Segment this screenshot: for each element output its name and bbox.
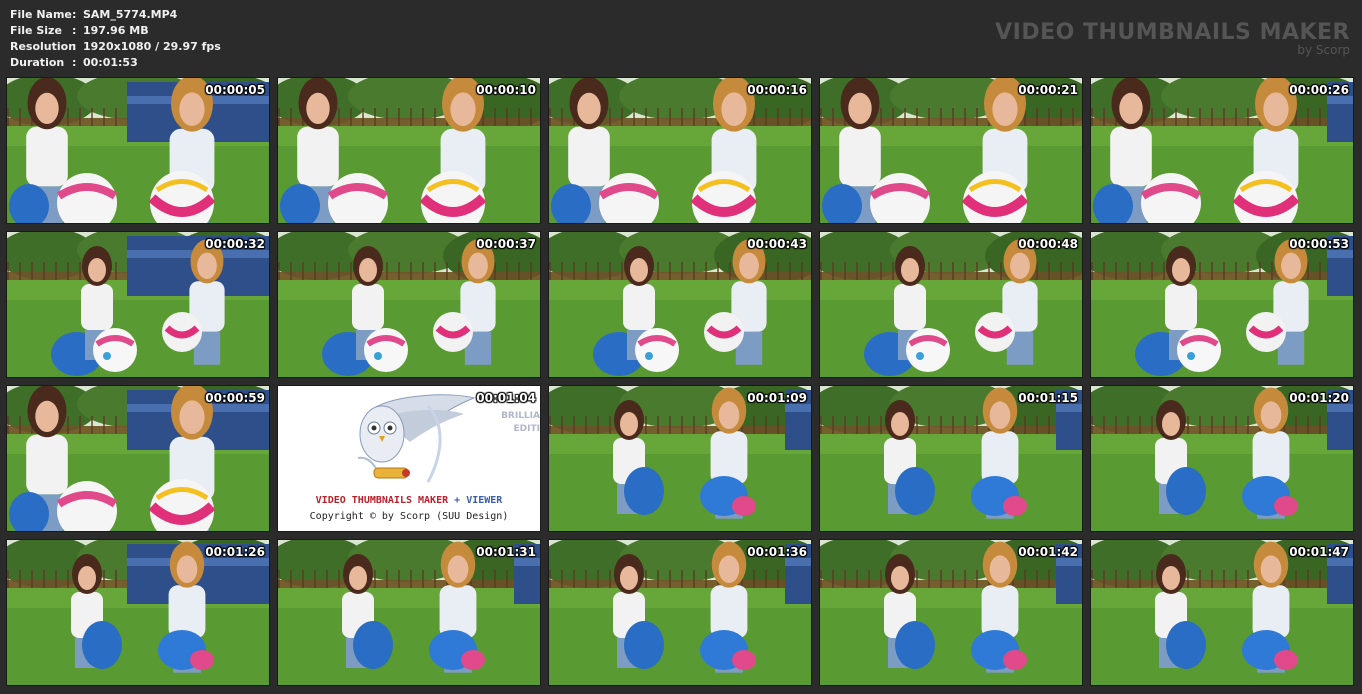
thumbnail-timestamp: 00:00:21 <box>1018 83 1078 97</box>
thumbnail-image <box>549 232 811 377</box>
logo-side-text: BRILLIA EDITI <box>501 410 540 436</box>
thumbnail-image <box>278 540 540 685</box>
thumbnail-timestamp: 00:00:05 <box>205 83 265 97</box>
thumbnail-image <box>7 540 269 685</box>
thumbnail-frame[interactable]: 00:00:59 <box>6 385 270 532</box>
thumbnail-frame[interactable]: 00:01:47 <box>1090 539 1354 686</box>
thumbnail-frame[interactable]: 00:01:09 <box>548 385 812 532</box>
thumbnail-frame[interactable]: 00:01:36 <box>548 539 812 686</box>
thumbnail-timestamp: 00:01:31 <box>476 545 536 559</box>
thumbnail-image <box>820 540 1082 685</box>
thumbnail-timestamp: 00:01:04 <box>476 391 536 405</box>
resolution-sep: : <box>72 40 77 53</box>
thumbnail-image <box>820 78 1082 223</box>
thumbnail-frame[interactable]: 00:00:37 <box>277 231 541 378</box>
thumbnail-frame[interactable]: 00:01:15 <box>819 385 1083 532</box>
thumbnail-timestamp: 00:00:53 <box>1289 237 1349 251</box>
duration-key: Duration <box>10 56 65 69</box>
thumbnail-image <box>1091 232 1353 377</box>
thumbnail-timestamp: 00:00:32 <box>205 237 265 251</box>
thumbnail-image <box>549 78 811 223</box>
thumbnail-grid: 00:00:05 00:00:10 00:00:16 00:00:21 00:00:26… <box>6 77 1356 688</box>
thumbnail-image <box>549 540 811 685</box>
thumbnail-timestamp: 00:00:48 <box>1018 237 1078 251</box>
file-size-row: File Size : 197.96 MB <box>10 23 221 39</box>
logo-brand-part1: VIDEO THUMBNAILS MAKER <box>315 495 449 506</box>
file-size-sep: : <box>72 24 77 37</box>
thumbnail-image <box>820 386 1082 531</box>
duration-value: 00:01:53 <box>83 56 138 69</box>
thumbnail-image <box>549 386 811 531</box>
logo-brand-plus: + <box>454 495 461 506</box>
thumbnail-image <box>1091 386 1353 531</box>
duration-row: Duration : 00:01:53 <box>10 55 221 71</box>
thumbnail-timestamp: 00:00:43 <box>747 237 807 251</box>
thumbnail-frame[interactable]: 00:00:16 <box>548 77 812 224</box>
thumbnail-image <box>7 386 269 531</box>
thumbnail-timestamp: 00:00:37 <box>476 237 536 251</box>
logo-copyright: Copyright © by Scorp (SUU Design) <box>309 511 509 522</box>
thumbnail-timestamp: 00:01:20 <box>1289 391 1349 405</box>
logo-brand-line: VIDEO THUMBNAILS MAKER + VIEWER <box>278 495 540 506</box>
file-name-row: File Name : SAM_5774.MP4 <box>10 7 221 23</box>
thumbnail-frame[interactable]: 00:01:20 <box>1090 385 1354 532</box>
thumbnail-frame[interactable]: 00:01:26 <box>6 539 270 686</box>
thumbnail-timestamp: 00:01:09 <box>747 391 807 405</box>
thumbnail-timestamp: 00:00:10 <box>476 83 536 97</box>
thumbnail-image <box>1091 540 1353 685</box>
thumbnail-timestamp: 00:01:36 <box>747 545 807 559</box>
thumbnail-image <box>278 78 540 223</box>
thumbnail-timestamp: 00:01:47 <box>1289 545 1349 559</box>
brand-watermark: VIDEO THUMBNAILS MAKER by Scorp <box>995 20 1350 56</box>
thumbnail-frame[interactable]: 00:00:53 <box>1090 231 1354 378</box>
logo-side-text-2: EDITI <box>513 424 540 434</box>
file-name-sep: : <box>72 8 77 21</box>
thumbnail-image <box>820 232 1082 377</box>
thumbnail-logo-card[interactable]: BRILLIA EDITI VIDEO THUMBNAILS MAKER + VIE… <box>277 385 541 532</box>
thumbnail-image <box>7 78 269 223</box>
file-size-value: 197.96 MB <box>83 24 149 37</box>
thumbnail-frame[interactable]: 00:00:05 <box>6 77 270 224</box>
file-size-key: File Size <box>10 24 62 37</box>
thumbnail-timestamp: 00:00:59 <box>205 391 265 405</box>
resolution-row: Resolution : 1920x1080 / 29.97 fps <box>10 39 221 55</box>
thumbnail-timestamp: 00:00:26 <box>1289 83 1349 97</box>
thumbnail-frame[interactable]: 00:01:31 <box>277 539 541 686</box>
resolution-value: 1920x1080 / 29.97 fps <box>83 40 221 53</box>
file-name-key: File Name <box>10 8 72 21</box>
thumbnail-frame[interactable]: 00:00:48 <box>819 231 1083 378</box>
thumbnail-frame[interactable]: 00:00:32 <box>6 231 270 378</box>
thumbnail-frame[interactable]: 00:00:26 <box>1090 77 1354 224</box>
thumbnail-timestamp: 00:01:26 <box>205 545 265 559</box>
thumbnail-frame[interactable]: 00:00:10 <box>277 77 541 224</box>
resolution-key: Resolution <box>10 40 77 53</box>
duration-sep: : <box>72 56 77 69</box>
thumbnail-timestamp: 00:01:15 <box>1018 391 1078 405</box>
thumbnail-image <box>1091 78 1353 223</box>
thumbnail-frame[interactable]: 00:01:42 <box>819 539 1083 686</box>
thumbnail-image <box>7 232 269 377</box>
file-name-value: SAM_5774.MP4 <box>83 8 178 21</box>
logo-brand-part2: VIEWER <box>466 495 503 506</box>
file-info-panel: File Name : SAM_5774.MP4 File Size : 197… <box>10 7 221 71</box>
thumbnail-image <box>278 232 540 377</box>
thumbnail-timestamp: 00:00:16 <box>747 83 807 97</box>
thumbnail-frame[interactable]: 00:00:21 <box>819 77 1083 224</box>
thumbnail-timestamp: 00:01:42 <box>1018 545 1078 559</box>
thumbnail-frame[interactable]: 00:00:43 <box>548 231 812 378</box>
logo-side-text-1: BRILLIA <box>501 411 540 421</box>
